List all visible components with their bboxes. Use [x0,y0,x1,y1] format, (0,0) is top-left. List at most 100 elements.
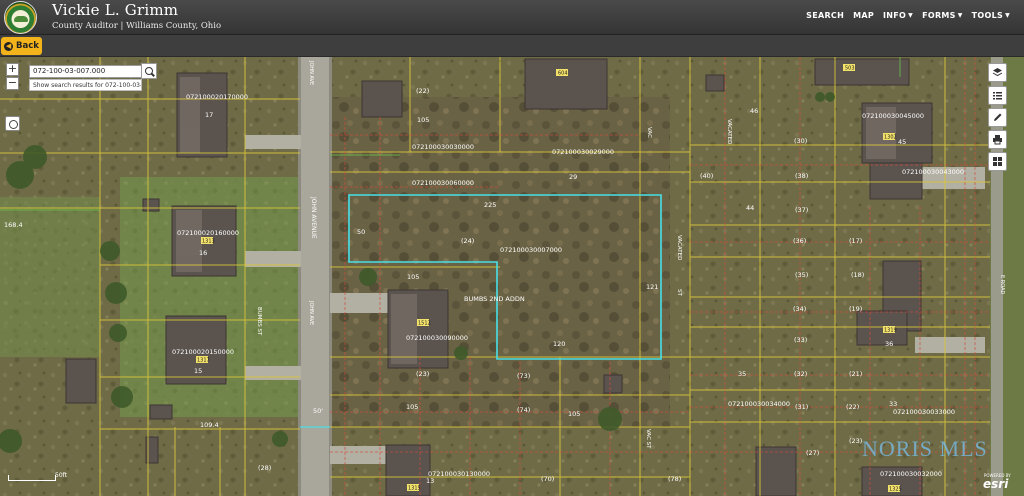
map-scale-bar [8,475,56,481]
lot-number: (70) [541,475,554,483]
caret-down-icon: ▼ [957,12,963,19]
lot-number: 120 [553,340,565,348]
lot-number: (19) [849,305,862,313]
layers-icon[interactable] [988,63,1007,82]
lot-number: (24) [461,237,474,245]
road-label: JOHN AVE [308,300,314,325]
lot-number: (73) [517,372,530,380]
lot-number: (38) [795,172,808,180]
caret-down-icon: ▼ [1005,12,1010,19]
print-icon[interactable] [988,130,1007,149]
nav-search[interactable]: SEARCH [806,11,844,20]
road-label: ST [676,289,682,296]
parcel-id-label: 072100020160000 [177,229,239,237]
lot-number: (78) [668,475,681,483]
nav-map[interactable]: MAP [853,11,874,20]
lot-number: 36 [885,340,893,348]
lot-number: (40) [700,172,713,180]
road-label: JOHN AVENUE [310,196,317,239]
lot-number: 168.4 [4,221,23,229]
list-icon[interactable] [988,86,1007,105]
lot-number: (22) [416,87,429,95]
locate-icon[interactable] [5,116,20,131]
auditor-name-title: Vickie L. Grimm [52,1,179,19]
selected-parcel-id-label: 072100030007000 [500,246,562,254]
back-button-label: Back [16,41,39,51]
lot-number: (36) [793,237,806,245]
lot-number: (23) [849,437,862,445]
map-scale-label: 50ft [55,472,67,479]
lot-number: (18) [851,271,864,279]
parcel-id-label: 072100030032000 [880,470,942,478]
lot-number: 17 [205,111,213,119]
search-icon[interactable] [141,63,157,79]
lot-number: 105 [568,410,580,418]
aerial-imagery: 072100020170000 072100030030000 07210003… [0,57,1024,496]
lot-number: (28) [258,464,271,472]
parcel-map[interactable]: 072100020170000 072100030030000 07210003… [0,57,1024,496]
lot-number: 45 [898,138,906,146]
house-number: 604 [558,71,568,77]
lot-number: (30) [794,137,807,145]
lot-number: 50 [357,228,365,236]
parcel-id-label: 072100030043000 [902,168,964,176]
house-number: 503 [845,66,855,72]
lot-number: (27) [806,449,819,457]
grid-icon[interactable] [988,152,1007,171]
lot-number: 29 [569,173,577,181]
house-number: 1313 [202,239,215,245]
road-label: VACATED [726,119,732,144]
county-seal-logo[interactable] [4,1,37,34]
main-nav: SEARCH MAP INFO ▼ FORMS ▼ TOOLS ▼ [806,11,1010,20]
back-button[interactable]: ◀ Back [1,37,42,55]
road-label: VACATED [676,235,682,260]
road-label: E ROAD [999,275,1005,294]
lot-number: 105 [407,273,419,281]
house-number: 1319 [884,328,897,334]
app-header: Vickie L. Grimm County Auditor | William… [0,0,1024,35]
parcel-id-label: 072100030130000 [428,470,490,478]
lot-number: 225 [484,201,496,209]
lot-number: 35 [738,370,746,378]
lot-number: (34) [793,305,806,313]
zoom-in-button[interactable]: + [6,63,19,76]
nav-info[interactable]: INFO ▼ [883,11,913,20]
parcel-id-label: 072100030045000 [862,112,924,120]
road-label: BUMBS ST [256,307,262,336]
road-label: JOHN AVE [308,60,314,85]
house-number: 1512 [418,321,431,327]
lot-number: (74) [517,406,530,414]
zoom-out-button[interactable]: − [6,77,19,90]
lot-number: (37) [795,206,808,214]
nav-tools[interactable]: TOOLS ▼ [972,11,1010,20]
sub-toolbar: ◀ Back [0,35,1024,57]
parcel-id-label: 072100030033000 [893,408,955,416]
house-number: 1325 [889,487,902,493]
lot-number: (17) [849,237,862,245]
parcel-search-input[interactable]: 072-100-03-007.000 [29,65,142,78]
search-suggestion[interactable]: Show search results for 072-100-03-0 [29,79,142,91]
lot-number: (35) [795,271,808,279]
subdivision-label: BUMBS 2ND ADDN [464,295,525,303]
house-number: 1317 [197,358,210,364]
nav-forms[interactable]: FORMS ▼ [922,11,963,20]
lot-number: 109.4 [200,421,219,429]
parcel-id-label: 072100020170000 [186,93,248,101]
arrow-left-icon: ◀ [4,41,14,51]
parcel-id-label: 072100030060000 [412,179,474,187]
esri-logo[interactable]: esri [983,477,1008,491]
lot-number: 121 [646,283,658,291]
house-number: 1315 [408,486,421,492]
parcel-id-label: 072100030034000 [728,400,790,408]
auditor-subtitle: County Auditor | Williams County, Ohio [52,21,222,31]
lot-number: 105 [417,116,429,124]
lot-number: 50' [313,407,323,415]
lot-number: 46 [750,107,758,115]
road-label: VAC ST [645,429,651,449]
lot-number: 105 [406,403,418,411]
pencil-icon[interactable] [988,108,1007,127]
parcel-id-label: 072100030030000 [412,143,474,151]
lot-number: (32) [794,370,807,378]
lot-number: (23) [416,370,429,378]
lot-number: 33 [889,400,897,408]
